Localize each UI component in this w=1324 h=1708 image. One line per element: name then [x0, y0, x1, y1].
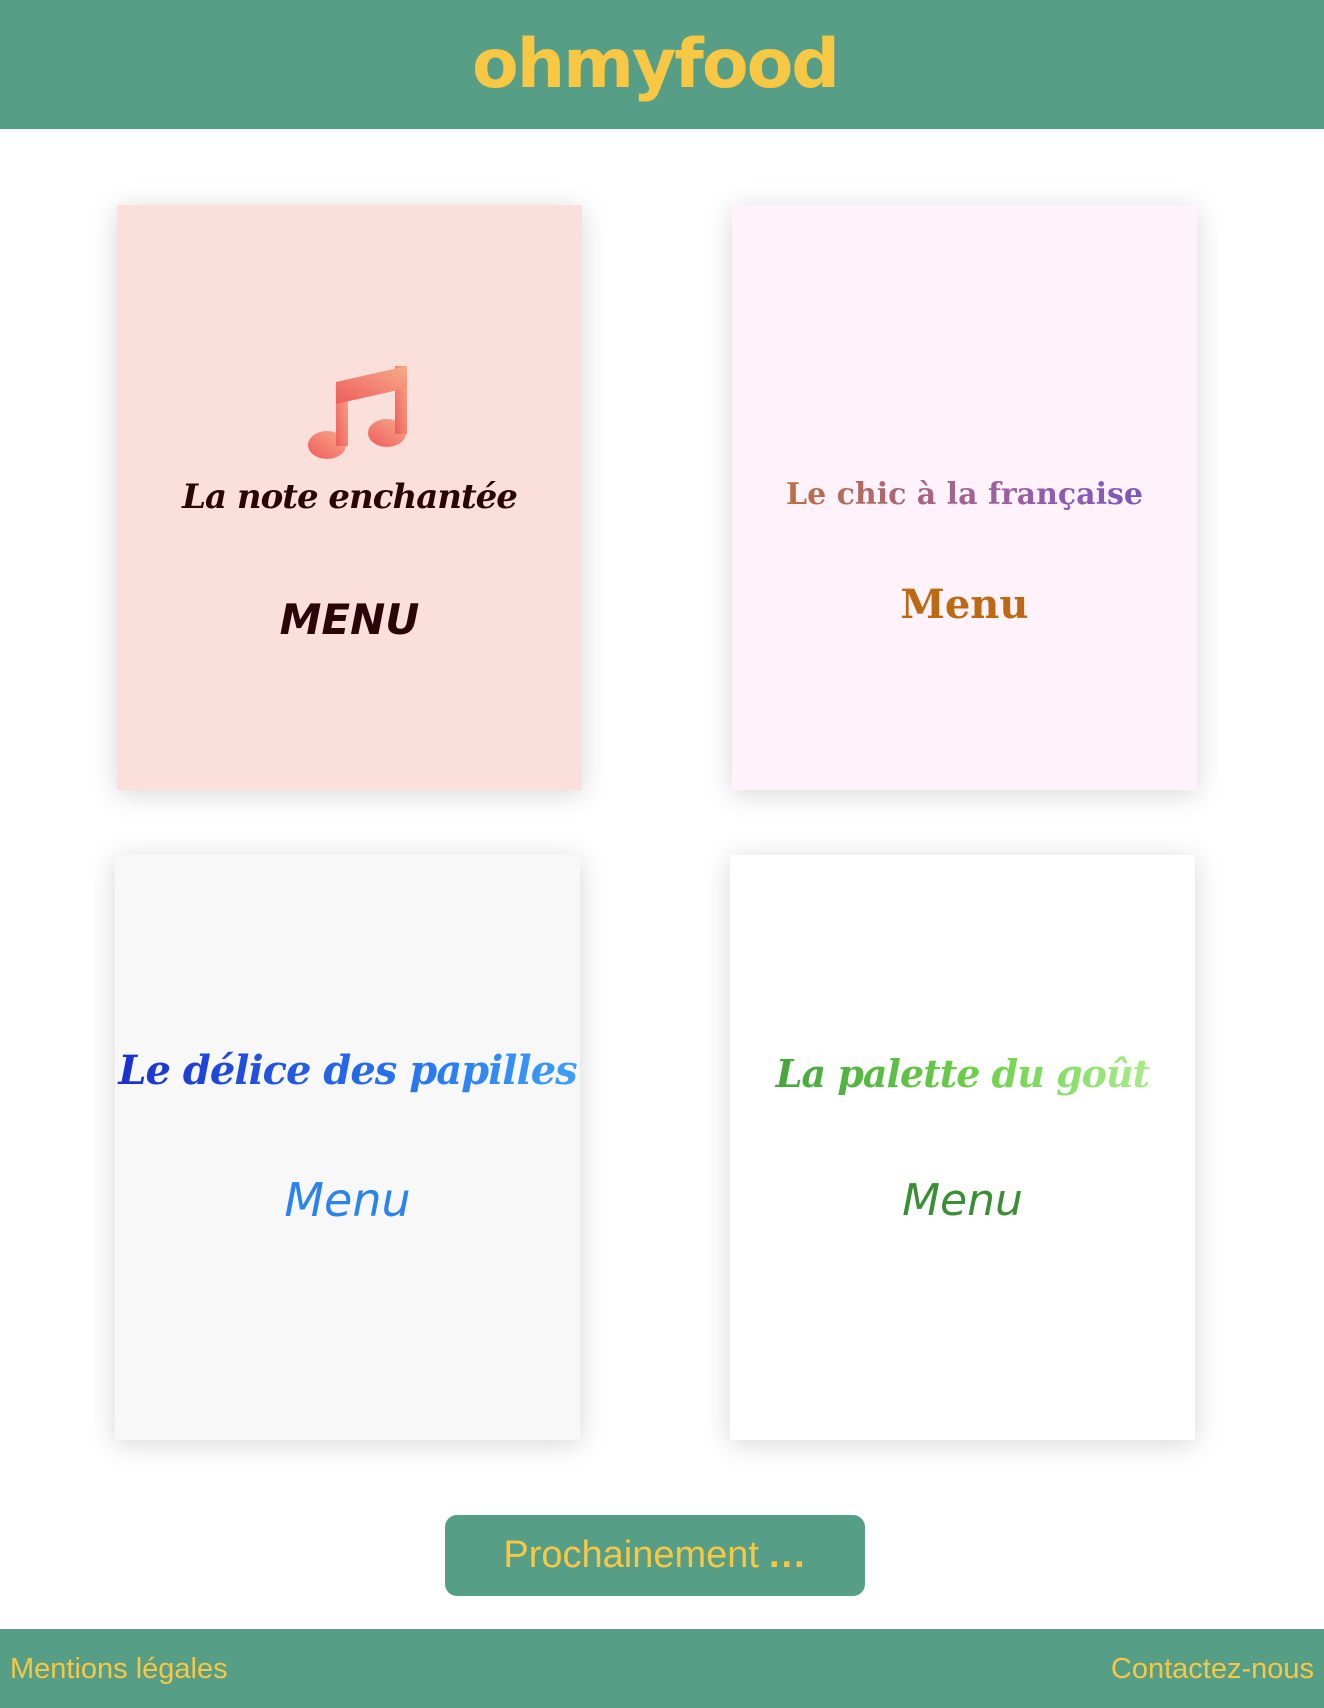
contact-link[interactable]: Contactez-nous: [1111, 1653, 1314, 1686]
restaurant-name: La note enchantée: [182, 477, 518, 517]
prochainement-button[interactable]: Prochainement ...: [445, 1515, 865, 1596]
prochainement-label: Prochainement: [503, 1534, 759, 1576]
ellipsis-icon: ...: [768, 1534, 807, 1576]
page: ohmyfood La note enchantée MENU Le chic …: [0, 0, 1324, 1708]
restaurant-card-le-chic-a-la-francaise[interactable]: Le chic à la française Menu: [732, 205, 1197, 790]
music-note-icon: [308, 366, 407, 459]
menu-link[interactable]: Menu: [732, 581, 1197, 628]
restaurant-name: Le délice des papilles: [115, 1047, 580, 1094]
restaurant-card-le-delice-des-papilles[interactable]: Le délice des papilles Menu: [115, 855, 580, 1440]
restaurant-card-la-note-enchantee[interactable]: La note enchantée MENU: [117, 205, 582, 790]
restaurant-card-la-palette-du-gout[interactable]: La palette du goût Menu: [730, 855, 1195, 1440]
legal-notice-link[interactable]: Mentions légales: [10, 1653, 228, 1686]
logo[interactable]: ohmyfood: [0, 20, 1310, 110]
site-header: ohmyfood: [0, 0, 1324, 129]
site-footer: Mentions légales Contactez-nous: [0, 1629, 1324, 1708]
menu-link[interactable]: Menu: [115, 1173, 580, 1227]
menu-link[interactable]: Menu: [730, 1175, 1195, 1226]
restaurant-name: Le chic à la française: [732, 477, 1197, 512]
menu-link[interactable]: MENU: [117, 595, 582, 644]
restaurant-name: La palette du goût: [730, 1051, 1195, 1096]
